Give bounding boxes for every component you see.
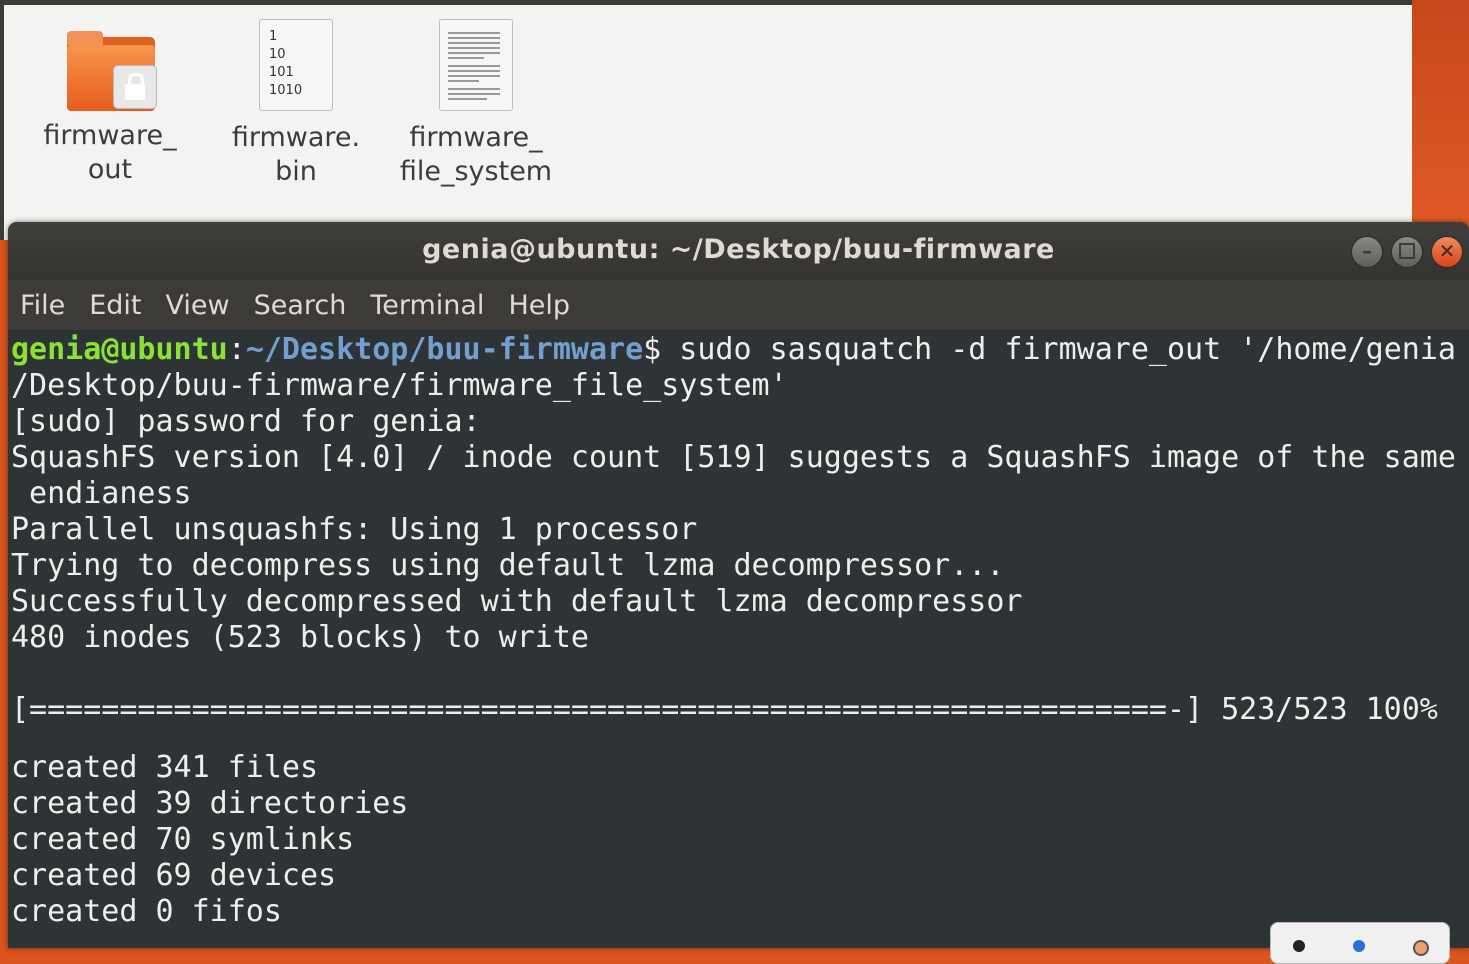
tray-icon[interactable] xyxy=(1293,940,1305,952)
binary-glyph: 1010 xyxy=(269,83,303,98)
file-manager-window: firmware_ out 1 10 101 1010 firmware. bi… xyxy=(0,0,1412,240)
file-name: firmware_ out xyxy=(43,120,177,185)
file-firmware-out[interactable]: firmware_ out xyxy=(40,19,180,187)
progress-line: [=======================================… xyxy=(11,692,1438,727)
output-line: SquashFS version [4.0] / inode count [51… xyxy=(11,440,1456,475)
system-tray-popup[interactable] xyxy=(1270,922,1450,964)
tray-icon[interactable] xyxy=(1353,940,1365,952)
file-name: firmware. bin xyxy=(231,122,361,187)
menu-help[interactable]: Help xyxy=(508,290,570,321)
menu-edit[interactable]: Edit xyxy=(89,290,141,321)
close-icon: ✕ xyxy=(1438,239,1456,263)
output-line: endianess xyxy=(11,476,192,511)
menu-terminal[interactable]: Terminal xyxy=(370,290,484,321)
output-line: /Desktop/buu-firmware/firmware_file_syst… xyxy=(11,368,788,403)
output-line: [sudo] password for genia: xyxy=(11,404,481,439)
maximize-icon xyxy=(1399,243,1415,259)
output-line: created 341 files xyxy=(11,750,319,785)
close-button[interactable]: ✕ xyxy=(1431,236,1463,268)
binary-file-icon: 1 10 101 1010 xyxy=(259,19,333,111)
prompt-separator: : xyxy=(227,332,246,367)
output-line: Parallel unsquashfs: Using 1 processor xyxy=(11,512,698,547)
output-line: Successfully decompressed with default l… xyxy=(11,584,1023,619)
binary-glyph: 1 xyxy=(269,29,278,44)
terminal-window[interactable]: genia@ubuntu: ~/Desktop/buu-firmware – ✕… xyxy=(8,222,1469,948)
output-line: created 69 devices xyxy=(11,858,337,893)
menu-file[interactable]: File xyxy=(20,290,65,321)
output-line: created 39 directories xyxy=(11,786,409,821)
window-title: genia@ubuntu: ~/Desktop/buu-firmware xyxy=(422,234,1055,265)
output-line: created 70 symlinks xyxy=(11,822,355,857)
maximize-button[interactable] xyxy=(1391,236,1423,268)
desktop-background xyxy=(1412,0,1469,240)
output-line: 480 inodes (523 blocks) to write xyxy=(11,620,589,655)
minimize-button[interactable]: – xyxy=(1351,236,1383,268)
prompt-symbol: $ xyxy=(643,332,680,367)
menu-view[interactable]: View xyxy=(165,290,229,321)
terminal-output[interactable]: genia@ubuntu:~/Desktop/buu-firmware$ sud… xyxy=(8,330,1469,948)
prompt-path: ~/Desktop/buu-firmware xyxy=(245,332,644,367)
menu-search[interactable]: Search xyxy=(254,290,347,321)
tray-icon[interactable] xyxy=(1413,940,1429,956)
file-name: firmware_ file_system xyxy=(399,122,553,187)
binary-glyph: 10 xyxy=(269,47,286,62)
text-file-icon xyxy=(439,19,513,111)
prompt-user: genia@ubuntu xyxy=(11,332,228,367)
output-line: Trying to decompress using default lzma … xyxy=(11,548,1005,583)
command-text: sudo sasquatch -d firmware_out '/home/ge… xyxy=(679,332,1456,367)
menu-bar: File Edit View Search Terminal Help xyxy=(8,280,1469,330)
file-firmware-file-system[interactable]: firmware_ file_system xyxy=(396,19,556,189)
file-firmware-bin[interactable]: 1 10 101 1010 firmware. bin xyxy=(226,19,366,189)
binary-glyph: 101 xyxy=(269,65,294,80)
locked-folder-icon xyxy=(63,19,157,111)
output-line: created 0 fifos xyxy=(11,894,282,929)
prompt-line: genia@ubuntu:~/Desktop/buu-firmware$ sud… xyxy=(11,332,1469,368)
terminal-titlebar[interactable]: genia@ubuntu: ~/Desktop/buu-firmware – ✕ xyxy=(8,222,1469,280)
